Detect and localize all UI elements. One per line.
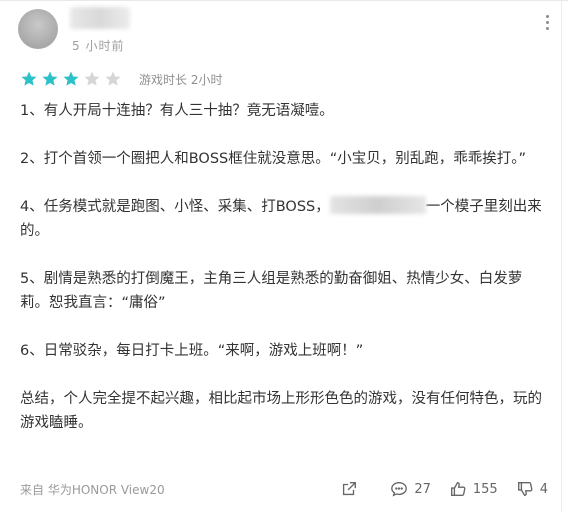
review-paragraph: 总结，个人完全提不起兴趣，相比起市场上形形色色的游戏，没有任何特色，玩的游戏瞌睡… [20, 391, 542, 431]
star-filled-icon [21, 71, 37, 86]
thumbs-up-icon [450, 482, 466, 496]
avatar[interactable] [18, 9, 58, 49]
review-paragraph: 5、剧情是熟悉的打倒魔王，主角三人组是熟悉的勤奋御姐、热情少女、白发萝莉。恕我直… [20, 271, 523, 311]
post-time: 5 小时前 [72, 39, 125, 53]
action-bar: 27 155 4 [322, 480, 548, 498]
dislike-button[interactable]: 4 [516, 480, 548, 498]
device-label: 来自 华为HONOR View20 [20, 482, 165, 497]
review-paragraph: 1、有人开局十连抽？有人三十抽？竟无语凝噎。 [20, 103, 334, 119]
share-button[interactable] [340, 480, 364, 498]
more-options-icon[interactable] [544, 15, 550, 33]
username-redacted[interactable] [70, 7, 130, 29]
star-filled-icon [63, 71, 79, 86]
review-footer: 来自 华为HONOR View20 27 155 4 [20, 479, 548, 499]
thumbs-down-icon [517, 482, 533, 496]
playtime-label: 游戏时长 2小时 [139, 72, 223, 87]
review-paragraph: 2、打个首领一个圈把人和BOSS框住就没意思。“小宝贝，别乱跑，乖乖挨打。” [20, 151, 527, 167]
rating-row: 游戏时长 2小时 [20, 69, 222, 89]
review-body: 1、有人开局十连抽？有人三十抽？竟无语凝噎。 2、打个首领一个圈把人和BOSS框… [20, 99, 550, 459]
share-icon [343, 482, 357, 496]
comment-button[interactable]: 27 [390, 480, 431, 498]
star-rating [20, 70, 125, 88]
like-button[interactable]: 155 [449, 480, 498, 498]
dislike-count: 4 [539, 481, 548, 497]
star-empty-icon [105, 71, 121, 86]
review-paragraph: 4、任务模式就是跑图、小怪、采集、打BOSS， 一个模子里刻出来的。 [20, 195, 550, 243]
star-filled-icon [42, 71, 58, 86]
review-paragraph-text: 4、任务模式就是跑图、小怪、采集、打BOSS， [20, 199, 330, 215]
divider [561, 1, 562, 512]
star-empty-icon [84, 71, 100, 86]
comment-count: 27 [414, 481, 431, 497]
redacted-text [329, 196, 426, 214]
comment-icon [391, 482, 408, 497]
like-count: 155 [472, 481, 498, 497]
review-paragraph: 6、日常驳杂，每日打卡上班。“来啊，游戏上班啊！” [20, 343, 364, 359]
review-card: 5 小时前 游戏时长 2小时 1、有人开局十连抽？有人三十抽？竟无语凝噎。 2、… [0, 0, 568, 512]
